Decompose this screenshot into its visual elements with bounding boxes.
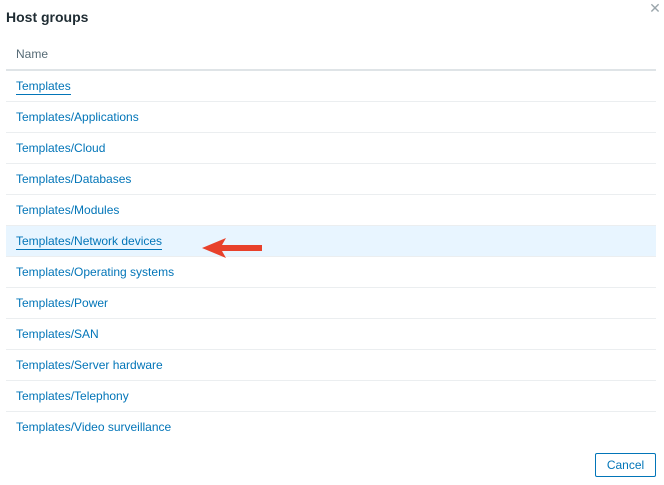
table-row: Templates/Operating systems: [6, 257, 656, 288]
table-row: Templates/Modules: [6, 195, 656, 226]
host-group-link[interactable]: Templates/Network devices: [16, 234, 163, 250]
host-groups-dialog: Host groups ✕ Name Templates Templates/A…: [0, 0, 664, 485]
host-group-link[interactable]: Templates/SAN: [16, 327, 99, 341]
host-group-link[interactable]: Templates: [16, 79, 71, 95]
table-row: Templates/Telephony: [6, 381, 656, 412]
red-arrow-icon: [202, 238, 262, 258]
table-row-highlighted: Templates/Network devices: [6, 226, 656, 257]
table-row: Templates/Server hardware: [6, 350, 656, 381]
table-row: Templates/Cloud: [6, 133, 656, 164]
table-row: Templates/Power: [6, 288, 656, 319]
table-row: Templates/SAN: [6, 319, 656, 350]
host-group-link[interactable]: Templates/Video surveillance: [16, 420, 171, 434]
table-row: Templates/Databases: [6, 164, 656, 195]
host-group-link[interactable]: Templates/Telephony: [16, 389, 129, 403]
host-group-link[interactable]: Templates/Applications: [16, 110, 139, 124]
host-group-link[interactable]: Templates/Operating systems: [16, 265, 174, 279]
close-icon[interactable]: ✕: [648, 1, 662, 15]
host-group-link[interactable]: Templates/Cloud: [16, 141, 105, 155]
table-row: Templates/Video surveillance: [6, 412, 656, 443]
dialog-title: Host groups: [6, 9, 89, 25]
host-group-link[interactable]: Templates/Databases: [16, 172, 131, 186]
table-row: Templates: [6, 71, 656, 102]
host-group-link[interactable]: Templates/Server hardware: [16, 358, 163, 372]
host-group-link[interactable]: Templates/Modules: [16, 203, 119, 217]
host-groups-table: Name Templates Templates/Applications Te…: [6, 40, 656, 443]
table-row: Templates/Applications: [6, 102, 656, 133]
column-header-name: Name: [6, 40, 656, 71]
cancel-button[interactable]: Cancel: [595, 453, 656, 477]
host-group-link[interactable]: Templates/Power: [16, 296, 108, 310]
